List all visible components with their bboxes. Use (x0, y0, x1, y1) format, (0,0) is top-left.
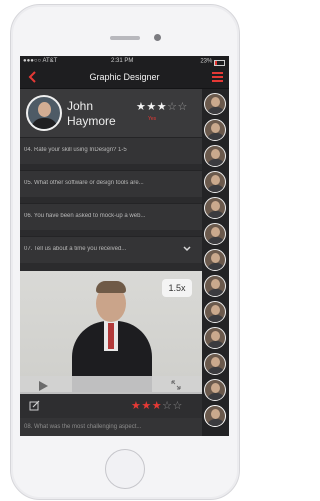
candidate-last-name: Haymore (67, 114, 116, 128)
empty-stars: ☆☆ (167, 101, 188, 113)
candidate-header: John Haymore ★★★☆☆ Yes (20, 89, 202, 137)
rail-avatar[interactable] (204, 379, 226, 401)
playback-speed-button[interactable]: 1.5x (162, 279, 192, 297)
rail-avatar[interactable] (204, 171, 226, 193)
battery-percent: 23% (200, 58, 213, 65)
hamburger-icon[interactable] (212, 72, 223, 82)
filled-stars: ★★★ (136, 101, 168, 113)
play-icon[interactable] (39, 381, 48, 391)
status-badge: Yes (148, 116, 157, 122)
battery-indicator: 23% (200, 58, 225, 66)
question-text: 04. Rate your skill using InDesign? 1-5 (24, 147, 127, 153)
candidate-rail (202, 89, 229, 436)
carrier-label: ●●●○○ AT&T (23, 58, 58, 64)
rail-avatar[interactable] (204, 275, 226, 297)
filled-stars: ★★★ (131, 400, 163, 412)
rail-avatar[interactable] (204, 119, 226, 141)
rail-avatar[interactable] (204, 223, 226, 245)
answer-rating-row: ★★★☆☆ (20, 394, 202, 418)
chevron-down-icon[interactable] (182, 244, 192, 254)
rail-avatar[interactable] (204, 93, 226, 115)
candidate-star-rating[interactable]: ★★★☆☆ (136, 100, 188, 113)
video-controls (20, 376, 202, 394)
app-screen: ●●●○○ AT&T 2:31 PM 23% Graphic Designer … (20, 56, 229, 436)
question-row[interactable]: 08. What was the most challenging aspect… (20, 418, 202, 436)
question-text: 06. You have been asked to mock-up a web… (24, 213, 146, 219)
nav-bar: Graphic Designer (20, 66, 229, 89)
clock: 2:31 PM (111, 58, 134, 64)
earpiece (110, 36, 140, 40)
expand-icon[interactable] (171, 380, 181, 390)
rail-avatar[interactable] (204, 327, 226, 349)
question-row[interactable]: 07. Tell us about a time you received... (20, 236, 202, 263)
answer-star-rating[interactable]: ★★★☆☆ (131, 399, 183, 412)
rail-avatar[interactable] (204, 353, 226, 375)
page-title: Graphic Designer (89, 72, 160, 82)
empty-stars: ☆☆ (162, 400, 183, 412)
home-button[interactable] (105, 449, 145, 489)
candidate-first-name: John (67, 99, 94, 113)
question-row[interactable]: 04. Rate your skill using InDesign? 1-5 (20, 137, 202, 164)
rail-avatar[interactable] (204, 197, 226, 219)
question-text: 05. What other software or design tools … (24, 180, 144, 186)
status-bar: ●●●○○ AT&T 2:31 PM 23% (20, 56, 229, 66)
rail-avatar[interactable] (204, 249, 226, 271)
edit-note-icon[interactable] (29, 400, 40, 411)
question-row[interactable]: 06. You have been asked to mock-up a web… (20, 203, 202, 230)
question-text: 07. Tell us about a time you received... (24, 246, 127, 252)
question-row[interactable]: 05. What other software or design tools … (20, 170, 202, 197)
avatar (26, 95, 62, 131)
rail-avatar-selected[interactable] (204, 405, 226, 427)
question-text: 08. What was the most challenging aspect… (24, 424, 142, 430)
rail-avatar[interactable] (204, 301, 226, 323)
rail-avatar[interactable] (204, 145, 226, 167)
front-camera (154, 34, 161, 41)
video-player[interactable]: 1.5x (20, 271, 202, 392)
